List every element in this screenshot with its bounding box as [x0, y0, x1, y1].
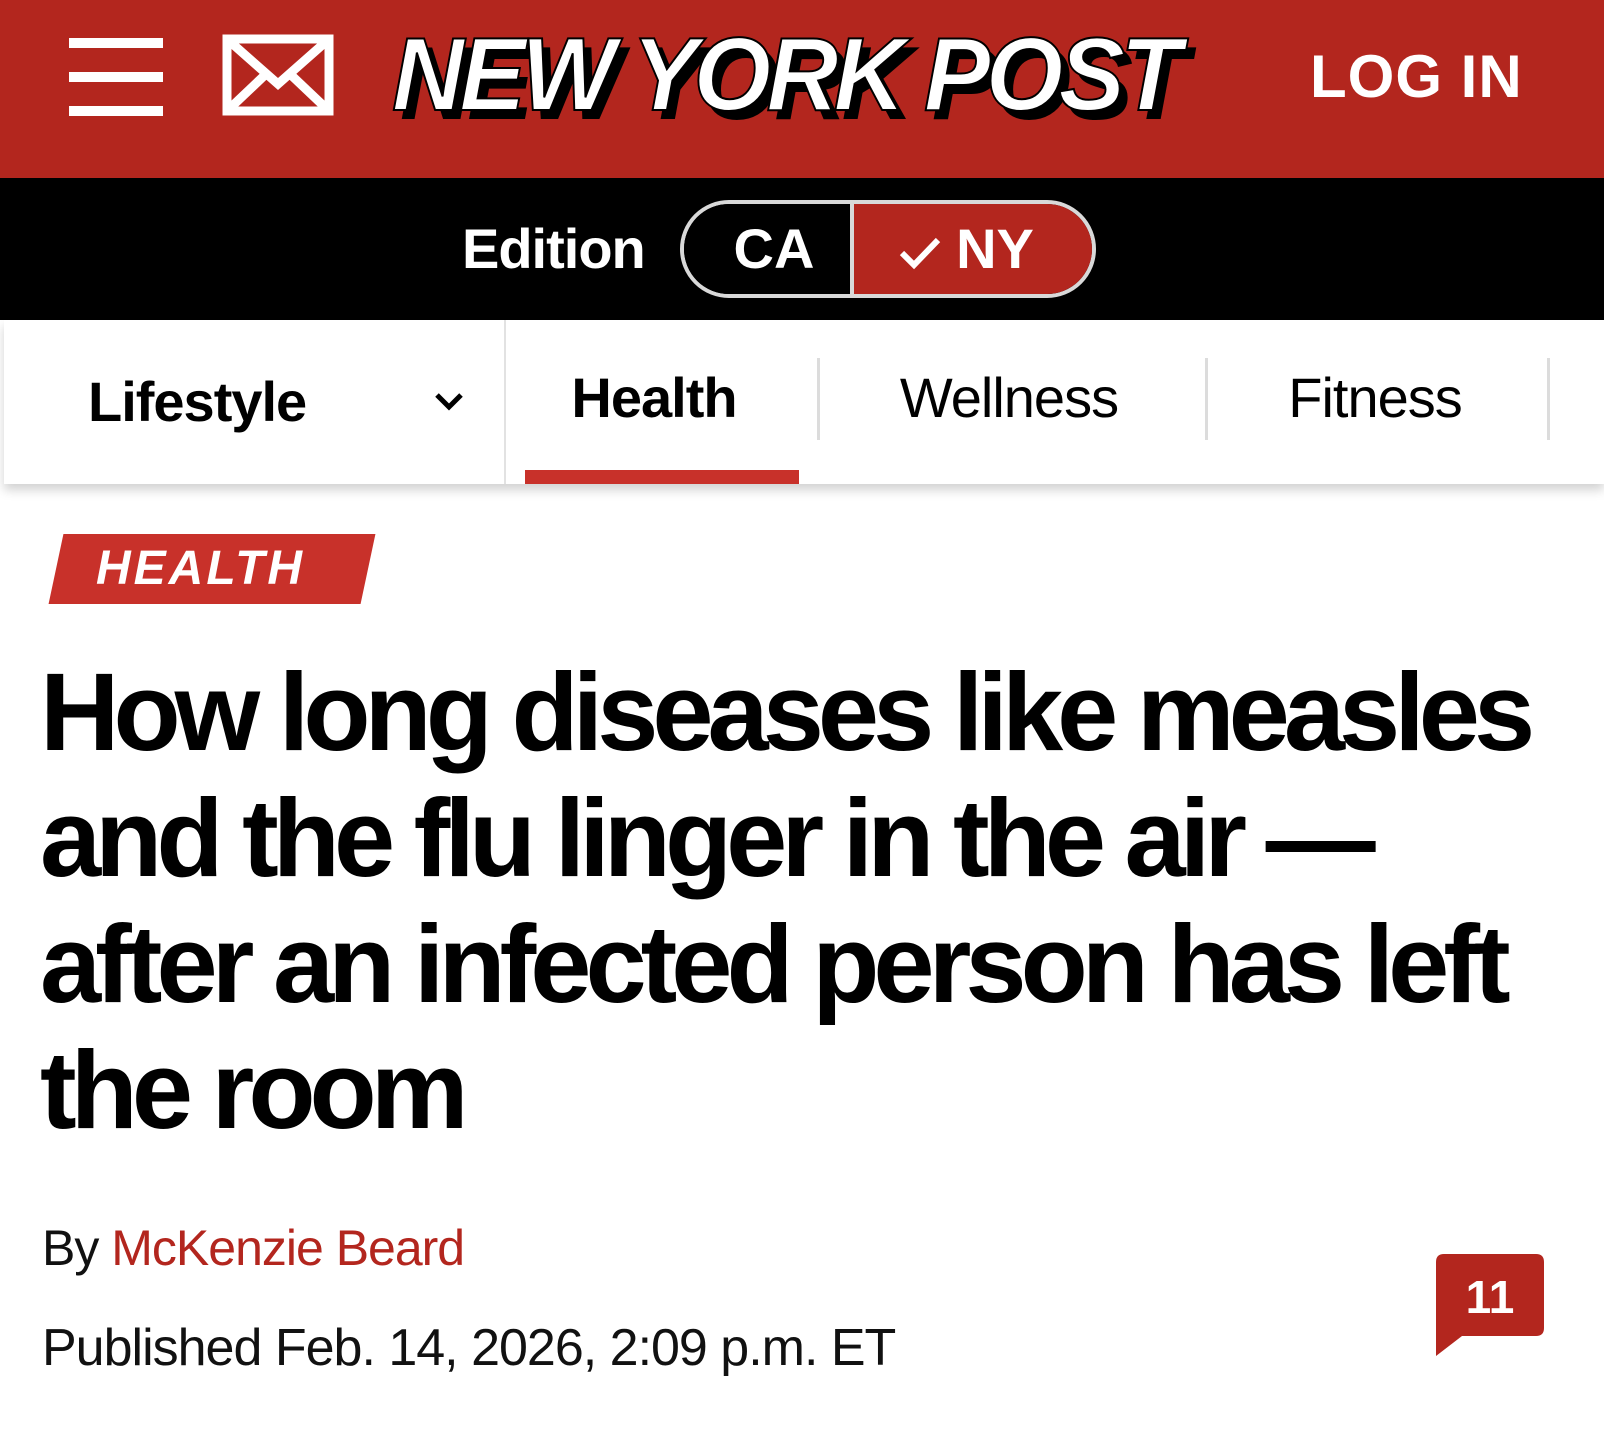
logo-text: NEW YORK POST: [391, 16, 1182, 134]
menu-line: [69, 72, 163, 82]
tab-fitness[interactable]: Fitness: [1210, 356, 1540, 440]
byline: By McKenzie Beard: [42, 1218, 465, 1278]
tab-divider: [1547, 358, 1550, 440]
menu-line: [69, 106, 163, 116]
login-button[interactable]: LOG IN: [1310, 42, 1523, 112]
comment-count[interactable]: 11: [1436, 1260, 1544, 1334]
section-kicker-label[interactable]: HEALTH: [96, 534, 305, 604]
tab-divider: [817, 358, 820, 440]
hamburger-menu-icon[interactable]: [69, 38, 163, 116]
edition-option-ca[interactable]: CA: [684, 204, 854, 294]
mail-icon[interactable]: [222, 34, 334, 116]
author-link[interactable]: McKenzie Beard: [111, 1220, 465, 1276]
active-tab-indicator: [525, 470, 799, 484]
site-logo[interactable]: NEW YORK POST NEW YORK POST: [391, 10, 1212, 142]
published-timestamp: Published Feb. 14, 2026, 2:09 p.m. ET: [42, 1319, 896, 1377]
menu-line: [69, 38, 163, 48]
checkmark-icon: [899, 238, 941, 270]
byline-prefix: By: [42, 1220, 99, 1276]
edition-toggle[interactable]: CA NY: [680, 200, 1096, 298]
tab-divider: [1205, 358, 1208, 440]
chevron-down-icon: [435, 393, 463, 411]
edition-option-ny-label: NY: [956, 217, 1034, 280]
edition-option-ny[interactable]: NY: [854, 204, 1092, 294]
tab-wellness[interactable]: Wellness: [824, 356, 1194, 440]
section-dropdown-label: Lifestyle: [88, 370, 307, 433]
section-dropdown-lifestyle[interactable]: Lifestyle: [4, 320, 506, 484]
site-header: NEW YORK POST NEW YORK POST LOG IN: [0, 0, 1604, 178]
section-nav: Lifestyle Health Wellness Fitness: [4, 320, 1604, 484]
tab-health[interactable]: Health: [516, 356, 792, 440]
edition-label: Edition: [462, 217, 646, 280]
edition-bar: Edition CA NY: [0, 178, 1604, 320]
article-headline: How long diseases like measles and the f…: [40, 651, 1535, 1152]
